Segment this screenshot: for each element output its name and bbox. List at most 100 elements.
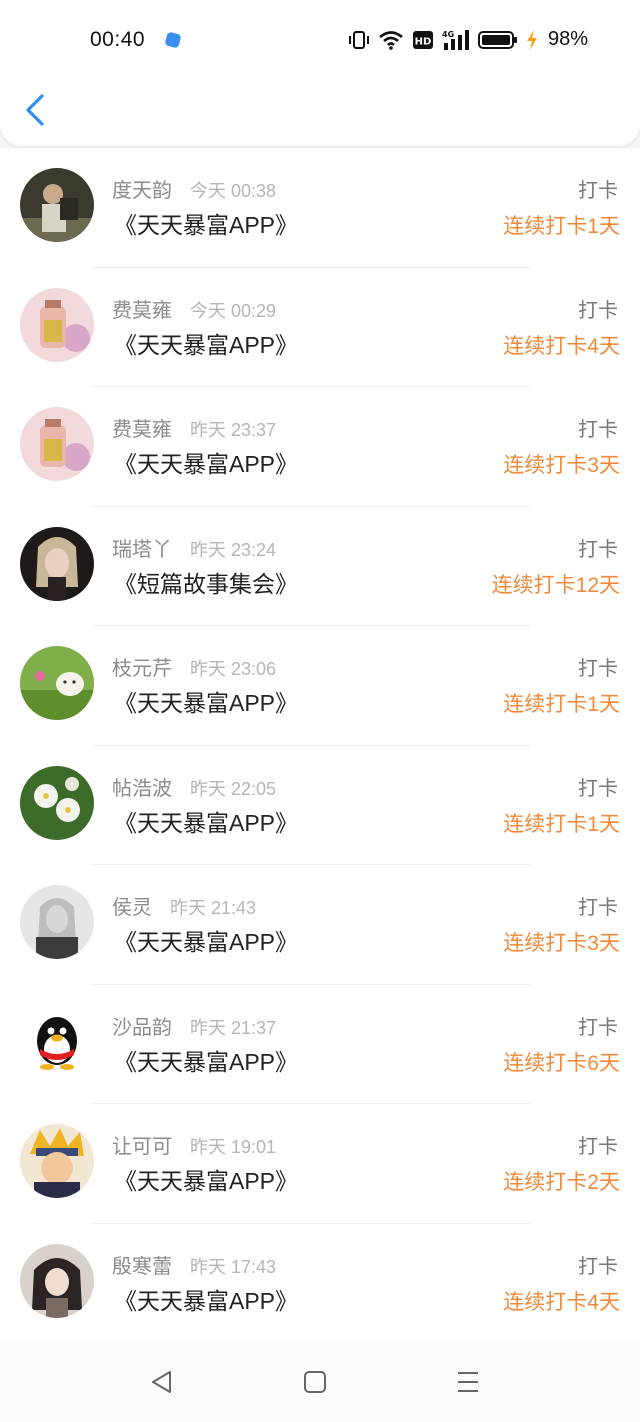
system-icons: HD 4G 98%: [348, 28, 588, 51]
list-item[interactable]: 枝元芹 昨天 23:06 《天天暴富APP》 打卡 连续打卡1天: [0, 626, 640, 746]
list-item[interactable]: 瑞塔丫 昨天 23:24 《短篇故事集会》 打卡 连续打卡12天: [0, 507, 640, 627]
timestamp: 今天 00:38: [190, 181, 277, 201]
book-title[interactable]: 《天天暴富APP》: [114, 1162, 298, 1196]
streak-text: 连续打卡2天: [503, 1171, 620, 1194]
user-name[interactable]: 侯灵: [112, 891, 152, 920]
timestamp: 昨天 19:01: [190, 1137, 277, 1157]
wifi-icon: [379, 30, 403, 50]
nav-back-button[interactable]: [148, 1368, 176, 1396]
list-item[interactable]: 费莫雍 今天 00:29 《天天暴富APP》 打卡 连续打卡4天: [0, 268, 640, 388]
book-title[interactable]: 《天天暴富APP》: [114, 923, 298, 957]
user-name[interactable]: 殷寒蕾: [112, 1250, 172, 1279]
user-name[interactable]: 费莫雍: [112, 294, 172, 323]
checkin-label: 打卡: [578, 1136, 618, 1158]
vibrate-icon: [348, 30, 369, 49]
list-item[interactable]: 度天韵 今天 00:38 《天天暴富APP》 打卡 连续打卡1天: [0, 148, 640, 268]
signal-4g-icon: 4G: [442, 29, 469, 50]
nav-menu-button[interactable]: [454, 1368, 482, 1396]
list-item[interactable]: 费莫雍 昨天 23:37 《天天暴富APP》 打卡 连续打卡3天: [0, 387, 640, 507]
streak-text: 连续打卡1天: [503, 215, 620, 238]
user-name[interactable]: 沙品韵: [112, 1011, 172, 1040]
status-bar: 00:40 HD 4G 98%: [0, 20, 640, 62]
checkin-label: 打卡: [578, 897, 618, 919]
timestamp: 昨天 17:43: [190, 1256, 277, 1277]
book-title[interactable]: 《天天暴富APP》: [114, 684, 298, 718]
top-header: 00:40 HD 4G 98%: [0, 0, 640, 146]
nav-home-button[interactable]: [301, 1368, 329, 1396]
user-name[interactable]: 让可可: [112, 1130, 172, 1159]
checkin-label: 打卡: [578, 299, 618, 322]
charging-icon: [526, 29, 537, 50]
avatar[interactable]: [20, 526, 94, 601]
avatar[interactable]: [20, 287, 94, 362]
streak-text: 连续打卡4天: [503, 1290, 620, 1314]
streak-text: 连续打卡4天: [503, 334, 620, 358]
svg-text:HD: HD: [415, 36, 432, 47]
home-square-icon: [304, 1371, 326, 1393]
checkin-list[interactable]: 度天韵 今天 00:38 《天天暴富APP》 打卡 连续打卡1天 费莫雍 今天 …: [0, 148, 640, 1340]
avatar[interactable]: [20, 765, 94, 840]
avatar[interactable]: [20, 885, 94, 959]
checkin-label: 打卡: [578, 1016, 618, 1039]
book-title[interactable]: 《天天暴富APP》: [114, 206, 298, 240]
book-title[interactable]: 《天天暴富APP》: [114, 445, 298, 479]
hd-icon: HD: [412, 30, 433, 49]
meta-line: 度天韵 今天 00:38: [112, 174, 276, 203]
streak-text: 连续打卡1天: [503, 693, 620, 716]
list-item[interactable]: 殷寒蕾 昨天 17:43 《天天暴富APP》 打卡 连续打卡4天: [0, 1224, 640, 1341]
timestamp: 昨天 23:06: [190, 659, 277, 679]
streak-text: 连续打卡3天: [503, 454, 620, 477]
list-item[interactable]: 沙品韵 昨天 21:37 《天天暴富APP》 打卡 连续打卡6天: [0, 985, 640, 1105]
streak-text: 连续打卡3天: [503, 932, 620, 955]
chevron-left-icon: [26, 94, 44, 126]
timestamp: 昨天 21:37: [190, 1017, 277, 1038]
timestamp: 昨天 22:05: [190, 778, 277, 799]
menu-lines-icon: [458, 1372, 478, 1392]
meta-line: 帖浩波 昨天 22:05: [112, 772, 276, 801]
battery-percentage: 98%: [547, 28, 588, 50]
avatar[interactable]: [20, 1243, 94, 1318]
timestamp: 昨天 23:24: [190, 539, 277, 560]
book-title[interactable]: 《天天暴富APP》: [114, 326, 298, 360]
app-notification-icon: [164, 31, 182, 49]
meta-line: 侯灵 昨天 21:43: [112, 891, 256, 920]
back-triangle-icon: [152, 1371, 171, 1393]
user-name[interactable]: 度天韵: [112, 174, 172, 203]
timestamp: 今天 00:29: [190, 300, 277, 321]
meta-line: 让可可 昨天 19:01: [112, 1130, 276, 1159]
battery-icon: [477, 30, 517, 49]
streak-text: 连续打卡12天: [491, 573, 620, 597]
checkin-label: 打卡: [578, 1255, 618, 1278]
meta-line: 费莫雍 今天 00:29: [112, 294, 276, 323]
svg-text:4G: 4G: [442, 30, 454, 39]
book-title[interactable]: 《短篇故事集会》: [114, 565, 298, 599]
list-item[interactable]: 帖浩波 昨天 22:05 《天天暴富APP》 打卡 连续打卡1天: [0, 746, 640, 866]
avatar[interactable]: [20, 1124, 94, 1198]
avatar[interactable]: [20, 646, 94, 720]
checkin-label: 打卡: [578, 658, 618, 680]
timestamp: 昨天 23:37: [190, 420, 277, 440]
back-button[interactable]: [18, 88, 58, 132]
meta-line: 费莫雍 昨天 23:37: [112, 413, 276, 442]
streak-text: 连续打卡6天: [503, 1051, 620, 1075]
list-item[interactable]: 让可可 昨天 19:01 《天天暴富APP》 打卡 连续打卡2天: [0, 1104, 640, 1224]
system-nav-bar: [0, 1340, 640, 1422]
list-item[interactable]: 侯灵 昨天 21:43 《天天暴富APP》 打卡 连续打卡3天: [0, 865, 640, 985]
book-title[interactable]: 《天天暴富APP》: [114, 1282, 298, 1316]
meta-line: 瑞塔丫 昨天 23:24: [112, 533, 276, 562]
book-title[interactable]: 《天天暴富APP》: [114, 804, 298, 838]
user-name[interactable]: 费莫雍: [112, 413, 172, 442]
avatar[interactable]: [20, 168, 94, 242]
checkin-label: 打卡: [578, 777, 618, 800]
book-title[interactable]: 《天天暴富APP》: [114, 1043, 298, 1077]
meta-line: 沙品韵 昨天 21:37: [112, 1011, 276, 1040]
user-name[interactable]: 瑞塔丫: [112, 533, 172, 562]
user-name[interactable]: 帖浩波: [112, 772, 172, 801]
timestamp: 昨天 21:43: [170, 898, 257, 918]
avatar[interactable]: [20, 407, 94, 481]
meta-line: 枝元芹 昨天 23:06: [112, 652, 276, 681]
checkin-label: 打卡: [578, 180, 618, 202]
avatar[interactable]: [20, 1004, 94, 1079]
user-name[interactable]: 枝元芹: [112, 652, 172, 681]
checkin-label: 打卡: [578, 419, 618, 441]
